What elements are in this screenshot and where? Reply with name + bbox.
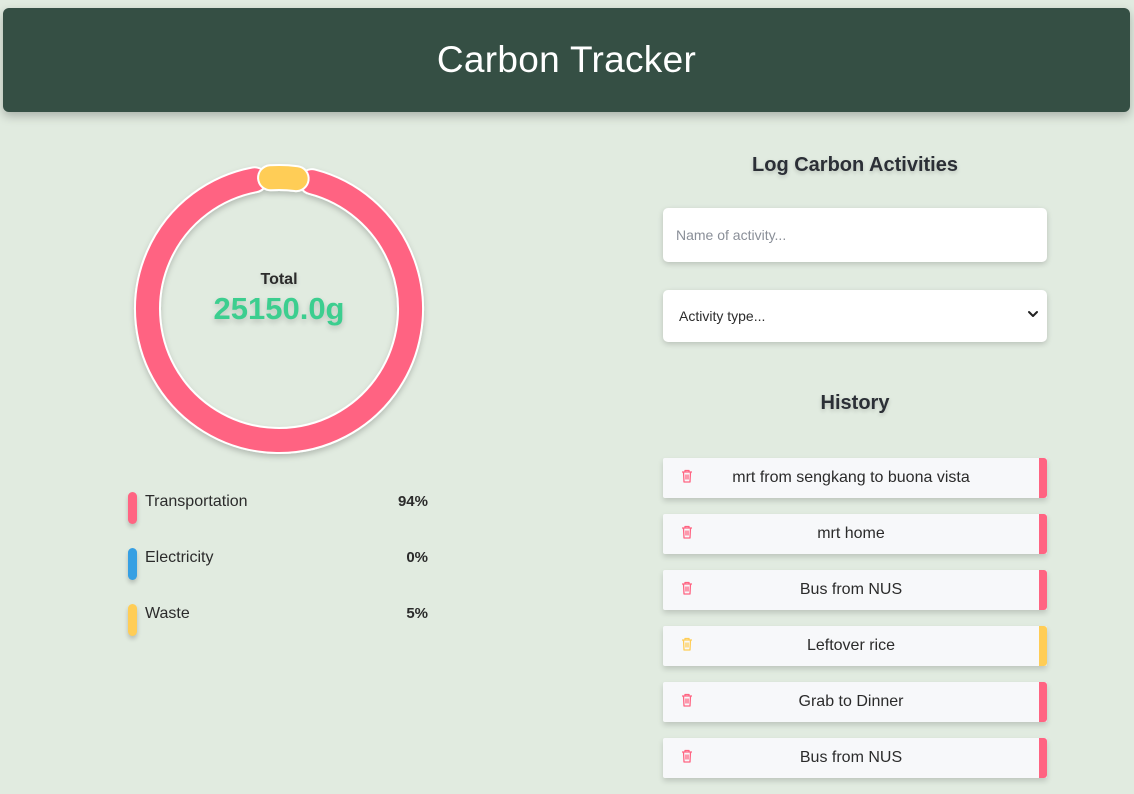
category-color-accent	[1039, 458, 1047, 498]
history-item: mrt home	[663, 514, 1047, 554]
legend-percent: 5%	[406, 605, 428, 622]
legend-label: Waste	[145, 605, 190, 622]
history-item: Bus from NUS	[663, 738, 1047, 778]
donut-center: Total 25150.0g	[128, 271, 430, 327]
legend-percent: 0%	[406, 549, 428, 566]
app-title: Carbon Tracker	[436, 39, 697, 80]
app-header: Carbon Tracker	[3, 8, 1130, 112]
activity-type-select[interactable]: Activity type...	[663, 290, 1047, 342]
legend-item-electricity: Electricity 0%	[128, 546, 430, 602]
history-item: Leftover rice	[663, 626, 1047, 666]
history-title: History	[820, 392, 890, 414]
chevron-down-icon	[1028, 311, 1038, 317]
category-color-accent	[1039, 570, 1047, 610]
category-color-accent	[1039, 514, 1047, 554]
history-item-label: Bus from NUS	[799, 581, 903, 598]
log-activities-title: Log Carbon Activities	[752, 154, 958, 176]
history-item-label: mrt from sengkang to buona vista	[732, 469, 970, 486]
history-item-label: Bus from NUS	[799, 749, 903, 766]
donut-segment-waste	[259, 166, 308, 191]
legend-color-swatch	[128, 604, 137, 636]
emissions-donut-chart: Total 25150.0g	[128, 158, 430, 460]
category-color-accent	[1039, 738, 1047, 778]
legend-item-waste: Waste 5%	[128, 602, 430, 658]
total-label: Total	[260, 271, 298, 288]
legend-item-transportation: Transportation 94%	[128, 490, 430, 546]
history-item-label: Leftover rice	[806, 637, 896, 654]
history-item: mrt from sengkang to buona vista	[663, 458, 1047, 498]
legend-label: Electricity	[145, 549, 214, 566]
category-color-accent	[1039, 682, 1047, 722]
legend-color-swatch	[128, 548, 137, 580]
chart-legend: Transportation 94% Electricity 0% Waste …	[128, 490, 430, 658]
legend-color-swatch	[128, 492, 137, 524]
history-list: mrt from sengkang to buona vista mrt hom…	[663, 458, 1047, 794]
activity-name-input[interactable]	[663, 208, 1047, 262]
category-color-accent	[1039, 626, 1047, 666]
history-item-label: mrt home	[817, 525, 885, 542]
history-item-label: Grab to Dinner	[798, 693, 904, 710]
legend-percent: 94%	[397, 493, 428, 510]
history-item: Bus from NUS	[663, 570, 1047, 610]
history-item: Grab to Dinner	[663, 682, 1047, 722]
total-value: 25150.0g	[213, 291, 345, 326]
legend-label: Transportation	[145, 493, 248, 510]
activity-type-selected: Activity type...	[679, 308, 766, 324]
